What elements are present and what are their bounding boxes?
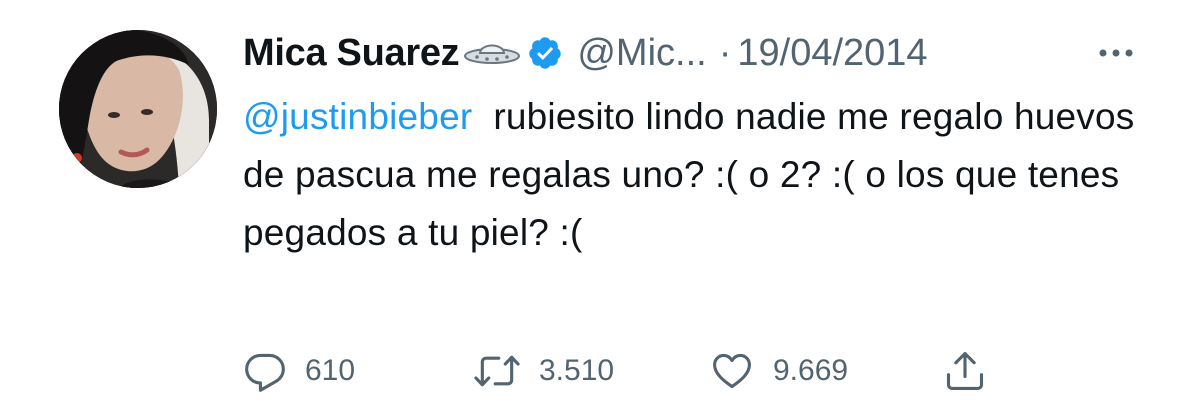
tweet-text: @justinbieber rubiesito lindo nadie me r… (243, 88, 1143, 262)
more-horizontal-icon[interactable] (1098, 46, 1134, 58)
user-handle[interactable]: @Mic... (577, 32, 706, 75)
tweet-date[interactable]: 19/04/2014 (737, 32, 927, 75)
reply-button[interactable]: 610 (243, 343, 355, 399)
tweet-card[interactable]: Mica Suarez @Mic... · 19/04/2014 @justin… (0, 0, 1200, 411)
avatar[interactable] (59, 30, 217, 188)
like-button[interactable]: 9.669 (709, 343, 848, 399)
retweet-count: 3.510 (539, 354, 615, 387)
share-icon (943, 348, 987, 394)
separator-dot: · (718, 31, 732, 74)
display-name[interactable]: Mica Suarez (243, 32, 460, 75)
heart-icon (709, 349, 755, 393)
reply-count: 610 (305, 354, 356, 387)
action-bar: 610 3.510 9.669 (243, 343, 1043, 399)
ufo-icon (463, 38, 521, 68)
retweet-icon (473, 349, 521, 393)
retweet-button[interactable]: 3.510 (473, 343, 614, 399)
share-button[interactable] (943, 343, 987, 399)
mention-link[interactable]: @justinbieber (243, 96, 472, 137)
verified-badge-icon (527, 35, 563, 71)
tweet-header: Mica Suarez @Mic... · 19/04/2014 (243, 24, 928, 82)
like-count: 9.669 (773, 354, 849, 387)
reply-icon (243, 349, 287, 393)
